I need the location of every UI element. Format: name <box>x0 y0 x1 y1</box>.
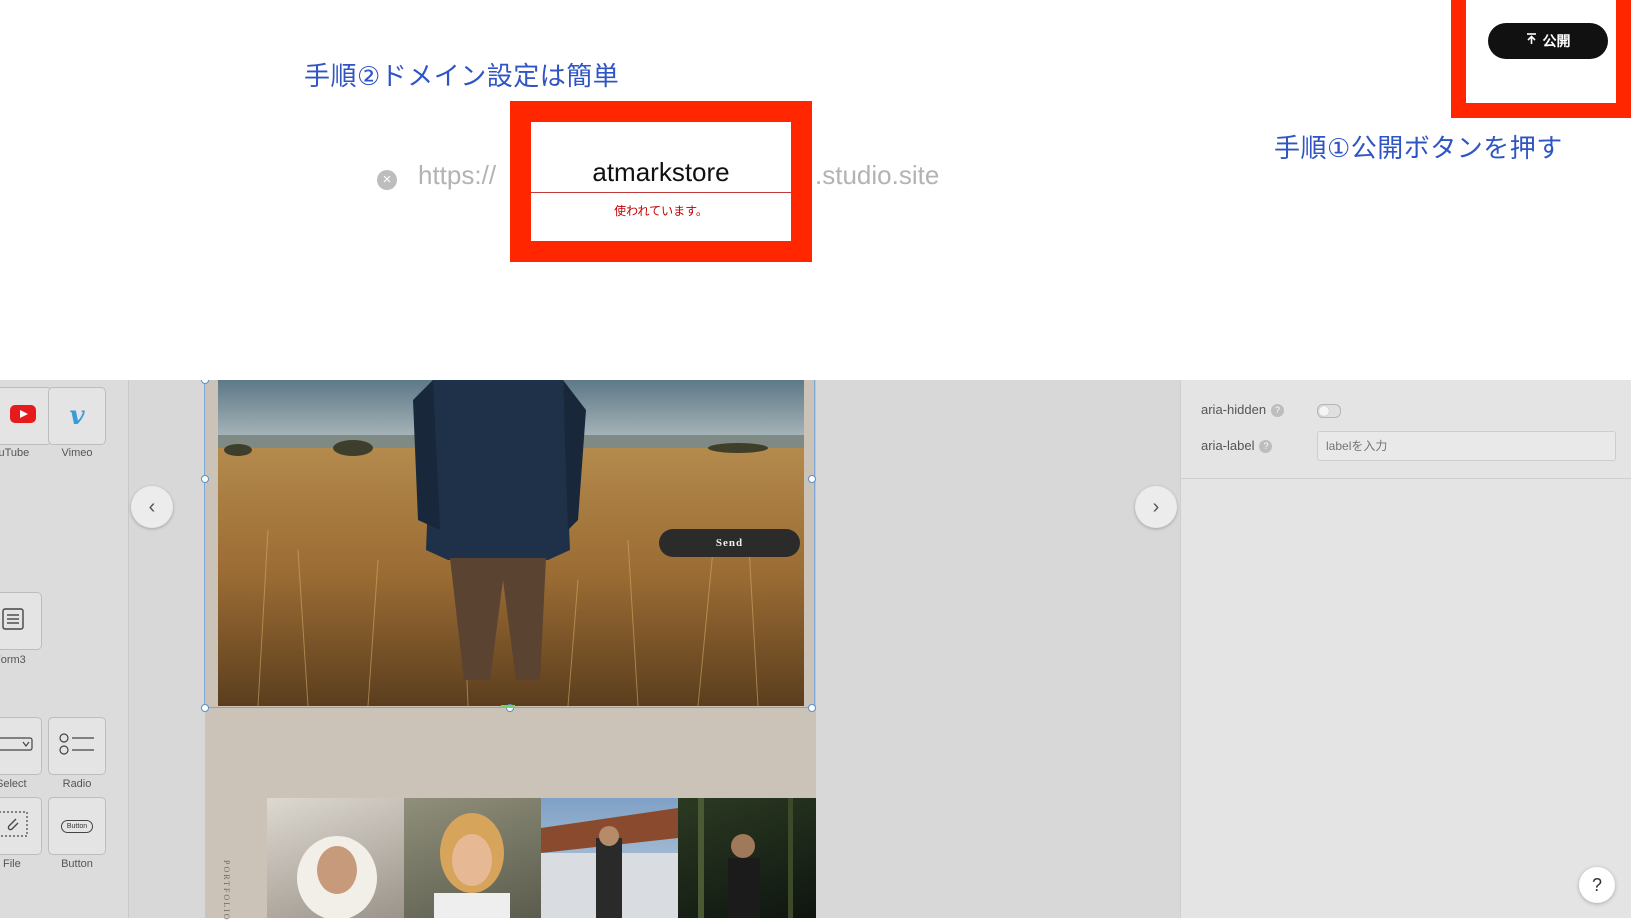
palette-label-vimeo: Vimeo <box>61 447 93 459</box>
subdomain-input[interactable] <box>531 152 791 193</box>
url-suffix: .studio.site <box>815 160 940 190</box>
help-icon[interactable]: ? <box>1259 440 1273 454</box>
palette-item-select[interactable] <box>0 717 42 775</box>
divider <box>1181 478 1631 479</box>
hero-image[interactable]: Send <box>218 380 804 706</box>
youtube-icon <box>10 404 36 428</box>
clear-circle-icon[interactable]: × <box>377 170 397 190</box>
next-page-button[interactable]: › <box>1135 486 1177 528</box>
aria-hidden-row: aria-hidden? <box>1201 402 1285 418</box>
form-icon <box>2 607 24 635</box>
publish-label: 公開 <box>1542 34 1571 50</box>
portfolio-photo[interactable] <box>404 798 541 918</box>
element-palette: YouTube v Vimeo Form3 Select Radio <box>0 380 129 918</box>
resize-handle[interactable] <box>201 704 209 712</box>
annotation-step2: 手順②ドメイン設定は簡単 <box>304 62 620 92</box>
resize-handle[interactable] <box>808 704 816 712</box>
aria-label-label: aria-label <box>1201 438 1255 453</box>
publish-dialog: 手順②ドメイン設定は簡単 手順①公開ボタンを押す 公開 × https:// .… <box>0 0 1631 380</box>
editor-workspace: YouTube v Vimeo Form3 Select Radio <box>0 376 1631 922</box>
properties-panel: aria-hidden? aria-label? <box>1180 380 1631 918</box>
padding-indicator <box>501 705 515 708</box>
resize-handle[interactable] <box>201 475 209 483</box>
help-button[interactable]: ? <box>1579 867 1615 903</box>
palette-label-button: Button <box>61 858 93 870</box>
page-canvas: Send PORTFOLIO <box>201 376 816 922</box>
button-icon: Button <box>60 819 94 833</box>
aria-label-input[interactable] <box>1317 431 1616 461</box>
highlight-box-domain: 使われています。 <box>510 101 812 262</box>
publish-button[interactable]: 公開 <box>1488 23 1608 59</box>
aria-hidden-label: aria-hidden <box>1201 402 1267 417</box>
help-icon[interactable]: ? <box>1271 404 1285 418</box>
aria-label-row: aria-label? <box>1201 438 1273 454</box>
chevron-left-icon: ‹ <box>148 495 156 518</box>
portfolio-photo[interactable] <box>267 798 404 918</box>
palette-item-button[interactable]: Button <box>48 797 106 855</box>
resize-handle[interactable] <box>808 475 816 483</box>
aria-hidden-toggle[interactable] <box>1317 404 1341 418</box>
portfolio-label: PORTFOLIO <box>222 860 231 922</box>
palette-item-radio[interactable] <box>48 717 106 775</box>
highlight-box-publish <box>1451 0 1631 118</box>
file-icon <box>0 810 28 842</box>
send-button[interactable]: Send <box>659 529 800 557</box>
select-icon <box>0 736 33 756</box>
portfolio-photo[interactable] <box>541 798 678 918</box>
palette-item-form3[interactable] <box>0 592 42 650</box>
chevron-right-icon: › <box>1152 495 1160 518</box>
url-prefix: https:// <box>418 160 497 190</box>
domain-error-message: 使われています。 <box>614 204 708 218</box>
radio-icon <box>59 732 95 760</box>
prev-page-button[interactable]: ‹ <box>131 486 173 528</box>
palette-item-vimeo[interactable]: v <box>48 387 106 445</box>
annotation-step1: 手順①公開ボタンを押す <box>1274 134 1563 164</box>
portfolio-photo[interactable] <box>678 798 816 918</box>
vimeo-icon: v <box>69 401 85 431</box>
palette-label-radio: Radio <box>62 778 92 790</box>
palette-item-file[interactable] <box>0 797 42 855</box>
palette-item-youtube[interactable] <box>0 387 52 445</box>
palette-label-form3: Form3 <box>0 654 26 666</box>
upload-icon <box>1526 33 1537 49</box>
